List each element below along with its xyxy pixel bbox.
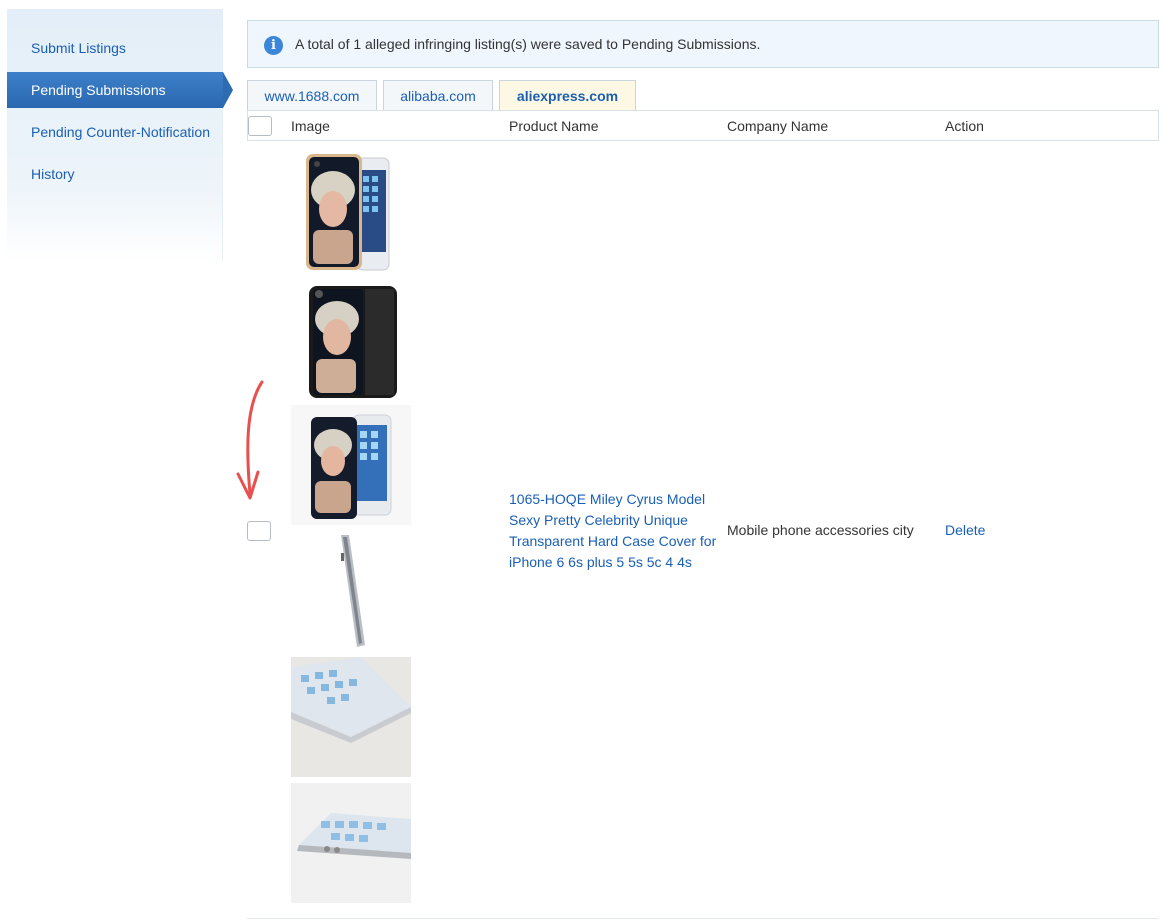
- tab-aliexpress[interactable]: aliexpress.com: [499, 80, 636, 111]
- table-header: Image Product Name Company Name Action: [247, 110, 1159, 141]
- product-image[interactable]: [291, 405, 411, 525]
- row-checkbox[interactable]: [247, 521, 271, 541]
- column-header-image: Image: [291, 118, 330, 134]
- info-notice: i A total of 1 alleged infringing listin…: [247, 20, 1159, 68]
- tab-alibaba[interactable]: alibaba.com: [383, 80, 493, 110]
- sidebar-item-submit-listings[interactable]: Submit Listings: [7, 30, 223, 66]
- sidebar-item-history[interactable]: History: [7, 156, 223, 192]
- product-image[interactable]: [291, 657, 411, 777]
- product-image[interactable]: [291, 152, 411, 272]
- product-image[interactable]: [291, 783, 411, 903]
- product-image[interactable]: [291, 279, 411, 399]
- sidebar-item-pending-counter-notification[interactable]: Pending Counter-Notification: [7, 114, 223, 150]
- column-header-product-name: Product Name: [509, 118, 599, 134]
- column-header-action: Action: [945, 118, 984, 134]
- sidebar-nav: Submit Listings Pending Submissions Pend…: [7, 9, 233, 261]
- company-name: Mobile phone accessories city: [727, 522, 914, 538]
- product-name-link[interactable]: 1065-HOQE Miley Cyrus Model Sexy Pretty …: [509, 489, 719, 573]
- product-image[interactable]: [291, 531, 411, 651]
- info-icon: i: [264, 36, 283, 55]
- notice-text: A total of 1 alleged infringing listing(…: [295, 36, 761, 52]
- table-bottom-border: [247, 918, 1159, 919]
- column-header-company-name: Company Name: [727, 118, 829, 134]
- sidebar-item-pending-submissions[interactable]: Pending Submissions: [7, 72, 233, 108]
- annotation-arrow-icon: [236, 380, 264, 500]
- delete-link[interactable]: Delete: [945, 522, 985, 538]
- select-all-checkbox[interactable]: [248, 116, 272, 136]
- tab-1688[interactable]: www.1688.com: [247, 80, 377, 110]
